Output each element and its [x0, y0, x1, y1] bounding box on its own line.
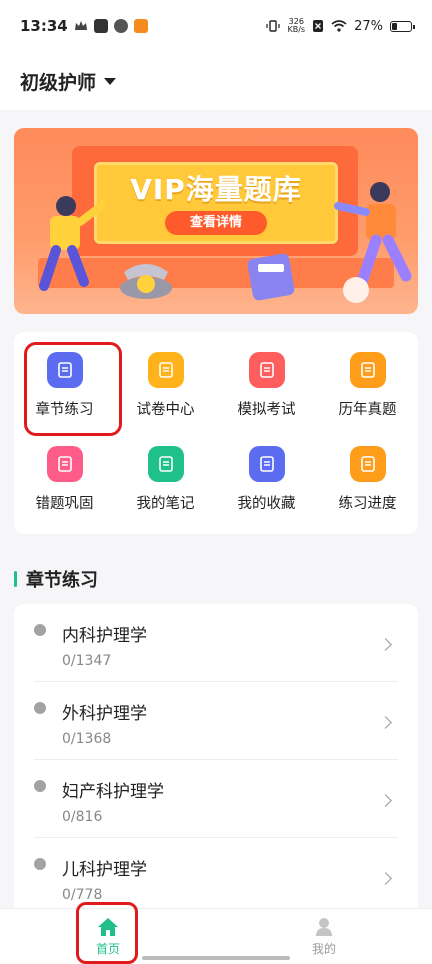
- chapter-name: 内科护理学: [62, 626, 147, 646]
- bullet-dot: [34, 624, 46, 636]
- vip-banner[interactable]: VIP海量题库 查看详情: [14, 128, 418, 314]
- chevron-right-icon: [379, 716, 392, 729]
- book-icon: [349, 352, 386, 388]
- grid-item-label: 错题巩固: [35, 496, 94, 512]
- grid-item-label: 练习进度: [338, 496, 397, 512]
- nav-home-label: 首页: [95, 941, 120, 956]
- progress-icon: [349, 446, 386, 482]
- battery-percent: 27%: [354, 18, 383, 34]
- note-icon: [147, 446, 184, 482]
- exam-title: 初级护师: [20, 71, 97, 94]
- vibrate-icon: [266, 20, 281, 32]
- grid-item-label: 历年真题: [338, 402, 397, 418]
- grid-item-mock-exam[interactable]: 模拟考试: [216, 340, 317, 434]
- swirl-app-icon: [113, 19, 128, 33]
- grid-item-label: 我的笔记: [136, 496, 195, 512]
- chapter-row[interactable]: 外科护理学 0/1368: [34, 682, 398, 760]
- net-speed: 326 KB/s: [287, 17, 306, 34]
- chapter-name: 外科护理学: [62, 704, 147, 724]
- section-title: 章节练习: [14, 566, 98, 592]
- chapter-row[interactable]: 儿科护理学 0/778: [34, 838, 398, 916]
- battery-icon: [390, 20, 415, 32]
- star-folder-icon: [248, 446, 285, 482]
- status-bar: 13:34 326 KB/s 27%: [0, 0, 432, 52]
- function-grid: 章节练习 试卷中心 模拟考试 历年真题错题巩固 我的笔记 我的收藏 练习进度: [14, 332, 418, 534]
- grid-item-wrong-question[interactable]: 错题巩固: [14, 434, 115, 528]
- grid-item-star-folder[interactable]: 我的收藏: [216, 434, 317, 528]
- grid-item-note[interactable]: 我的笔记: [115, 434, 216, 528]
- chapter-name: 儿科护理学: [62, 860, 147, 880]
- caret-down-icon: [104, 77, 117, 85]
- chevron-right-icon: [379, 872, 392, 885]
- chevron-right-icon: [379, 794, 392, 807]
- chapter-name: 妇产科护理学: [62, 782, 164, 802]
- grid-item-paper[interactable]: 试卷中心: [115, 340, 216, 434]
- grid-item-label: 章节练习: [35, 402, 94, 418]
- banner-detail-button[interactable]: 查看详情: [165, 211, 267, 235]
- wrong-question-icon: [46, 446, 83, 482]
- gesture-bar: [142, 956, 290, 960]
- person-left-illustration: [39, 196, 106, 291]
- mock-exam-icon: [248, 352, 285, 388]
- ball-illustration: [343, 277, 369, 303]
- bullet-dot: [34, 858, 46, 870]
- chapter-progress: 0/1368: [62, 731, 112, 747]
- telephone-illustration: [120, 264, 172, 299]
- no-sim-icon: [313, 20, 324, 32]
- grid-item-progress[interactable]: 练习进度: [317, 434, 418, 528]
- bullet-dot: [34, 702, 46, 714]
- chevron-right-icon: [379, 638, 392, 651]
- chapter-row[interactable]: 内科护理学 0/1347: [34, 604, 398, 682]
- section-accent-bar: [14, 571, 17, 587]
- play-app-icon: [93, 19, 108, 33]
- section-title-text: 章节练习: [26, 570, 98, 591]
- banner-title: VIP海量题库: [130, 173, 302, 206]
- home-icon: [98, 917, 118, 936]
- chapter-row[interactable]: 妇产科护理学 0/816: [34, 760, 398, 838]
- chapter-list: 内科护理学 0/1347 外科护理学 0/1368 妇产科护理学 0/816 儿科护理学 0/…: [14, 604, 418, 924]
- grid-item-label: 模拟考试: [237, 402, 296, 418]
- chapter-progress: 0/816: [62, 809, 103, 825]
- grid-item-label: 我的收藏: [237, 496, 296, 512]
- grid-item-book[interactable]: 历年真题: [317, 340, 418, 434]
- calculator-illustration: [247, 253, 295, 301]
- nav-mine-label: 我的: [311, 941, 336, 956]
- wifi-icon: [331, 20, 347, 32]
- status-time: 13:34: [20, 17, 68, 35]
- grid-item-label: 试卷中心: [136, 402, 195, 418]
- chapter-icon: [46, 352, 83, 388]
- bullet-dot: [34, 780, 46, 792]
- grid-item-chapter[interactable]: 章节练习: [14, 340, 115, 434]
- paper-icon: [147, 352, 184, 388]
- user-icon: [316, 917, 332, 936]
- chapter-progress: 0/778: [62, 887, 103, 903]
- header: 初级护师: [0, 52, 432, 110]
- chapter-progress: 0/1347: [62, 653, 112, 669]
- exam-selector[interactable]: 初级护师: [20, 68, 117, 95]
- crown-icon: [74, 21, 87, 30]
- orange-app-icon: [133, 19, 148, 33]
